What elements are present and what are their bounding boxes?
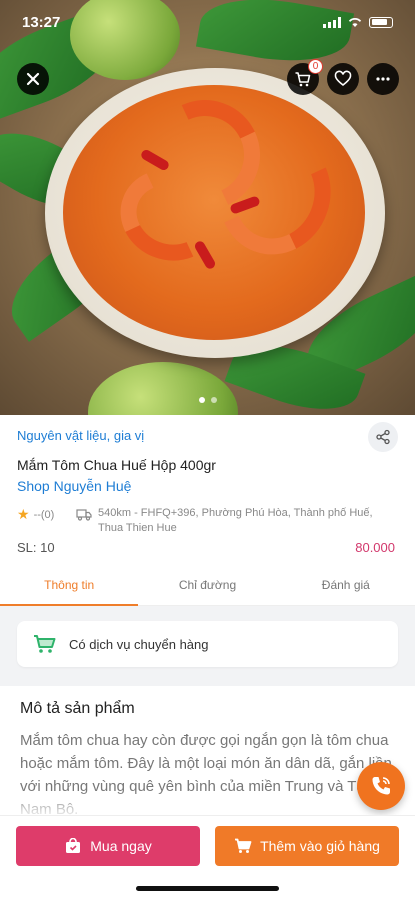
home-indicator[interactable]	[136, 886, 279, 891]
close-button[interactable]	[17, 63, 49, 95]
truck-icon	[76, 509, 92, 521]
shipping-service-card: Có dịch vụ chuyển hàng	[17, 621, 398, 667]
tab-info[interactable]: Thông tin	[0, 564, 139, 606]
favorite-button[interactable]	[327, 63, 359, 95]
wifi-icon	[348, 18, 362, 27]
image-pagination	[0, 397, 415, 403]
product-price: 80.000	[355, 540, 395, 555]
cart-delivery-icon	[34, 635, 56, 653]
location-text: 540km - FHFQ+396, Phường Phú Hòa, Thành …	[98, 507, 373, 534]
buy-now-label: Mua ngay	[90, 838, 152, 854]
share-icon	[376, 429, 390, 445]
detail-tabs: Thông tin Chỉ đường Đánh giá	[0, 564, 415, 606]
rating-text: --(0)	[33, 508, 55, 521]
shop-name-link[interactable]: Shop Nguyễn Huệ	[17, 478, 131, 494]
stock-quantity: SL: 10	[17, 540, 55, 555]
heart-icon	[334, 70, 352, 87]
more-button[interactable]	[367, 63, 399, 95]
product-image[interactable]	[0, 0, 415, 415]
call-button[interactable]	[357, 762, 405, 810]
buy-bag-icon	[66, 838, 81, 853]
cart-icon	[295, 72, 311, 87]
buy-now-button[interactable]: Mua ngay	[16, 826, 200, 866]
status-icons	[323, 16, 393, 28]
hero-lime	[88, 362, 238, 415]
shipping-label: Có dịch vụ chuyển hàng	[69, 636, 209, 652]
pagination-dot	[198, 397, 205, 403]
pagination-dot	[210, 397, 217, 403]
phone-icon	[372, 777, 390, 795]
add-to-cart-label: Thêm vào giỏ hàng	[260, 838, 380, 854]
cart-button[interactable]: 0	[287, 59, 323, 95]
signal-icon	[323, 16, 341, 28]
tab-directions[interactable]: Chỉ đường	[138, 564, 276, 605]
product-rating: ★ --(0)	[17, 506, 54, 523]
product-name: Mắm Tôm Chua Huế Hộp 400gr	[17, 457, 216, 473]
share-button[interactable]	[368, 422, 398, 452]
more-icon	[376, 77, 390, 81]
tab-reviews[interactable]: Đánh giá	[277, 564, 415, 605]
cart-icon	[235, 838, 252, 853]
product-category[interactable]: Nguyên vật liệu, gia vị	[17, 428, 144, 443]
description-title: Mô tả sản phẩm	[20, 700, 135, 717]
status-time: 13:27	[22, 13, 61, 31]
cart-count-badge: 0	[308, 59, 323, 74]
add-to-cart-button[interactable]: Thêm vào giỏ hàng	[215, 826, 399, 866]
status-bar: 13:27	[0, 0, 415, 44]
close-icon	[26, 72, 40, 86]
battery-icon	[369, 16, 393, 28]
star-icon: ★	[17, 506, 30, 522]
product-location: 540km - FHFQ+396, Phường Phú Hòa, Thành …	[76, 506, 396, 536]
